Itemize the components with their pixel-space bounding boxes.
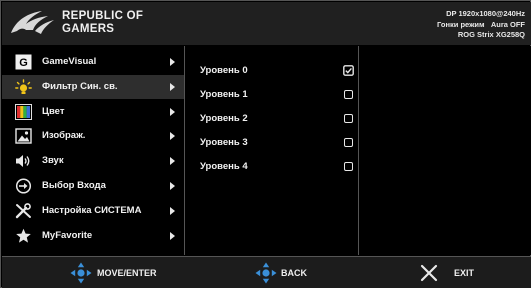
menu-item-label: Настройка СИСТЕМА bbox=[42, 205, 142, 216]
checkbox-unchecked-icon[interactable] bbox=[344, 90, 353, 99]
chevron-right-icon bbox=[170, 58, 175, 66]
system-setup-icon bbox=[15, 203, 31, 219]
option-level-3[interactable]: Уровень 3 bbox=[186, 132, 358, 154]
option-label: Уровень 1 bbox=[200, 89, 248, 100]
chevron-right-icon bbox=[170, 132, 175, 140]
option-level-1[interactable]: Уровень 1 bbox=[186, 84, 358, 106]
blue-light-filter-icon bbox=[15, 79, 32, 94]
menu-item-label: Фильтр Син. св. bbox=[42, 81, 118, 92]
svg-text:G: G bbox=[19, 57, 28, 69]
gamevisual-icon: G bbox=[15, 54, 32, 70]
rog-logo-icon bbox=[11, 11, 54, 34]
chevron-right-icon bbox=[170, 108, 175, 116]
input-resolution-text: DP 1920x1080@240Hz bbox=[446, 9, 525, 18]
checkbox-checked-icon[interactable] bbox=[343, 65, 354, 76]
chevron-right-icon bbox=[170, 232, 175, 240]
brand-name: REPUBLIC OF GAMERS bbox=[62, 10, 143, 36]
menu-item-label: Изображ. bbox=[42, 130, 86, 141]
sound-icon bbox=[16, 155, 30, 167]
chevron-right-icon bbox=[170, 207, 175, 215]
menu-item-color[interactable]: Цвет bbox=[2, 100, 184, 124]
menu-item-image[interactable]: Изображ. bbox=[2, 124, 184, 148]
menu-item-label: GameVisual bbox=[42, 56, 97, 67]
chevron-right-icon bbox=[170, 83, 175, 91]
exit-hint[interactable]: EXIT bbox=[420, 257, 490, 288]
menu-item-input-select[interactable]: Выбор Входа bbox=[2, 174, 184, 198]
menu-item-myfavorite[interactable]: MyFavorite bbox=[2, 224, 184, 248]
mode-aura-text: Гонки режим Aura OFF bbox=[437, 19, 525, 29]
monitor-osd: REPUBLIC OF GAMERS DP 1920x1080@240Hz Го… bbox=[0, 0, 531, 288]
back-label: BACK bbox=[281, 268, 307, 278]
input-select-icon bbox=[15, 178, 32, 194]
status-info: DP 1920x1080@240Hz Гонки режим Aura OFF … bbox=[437, 9, 525, 41]
menu-item-sound[interactable]: Звук bbox=[2, 149, 184, 173]
move-enter-hint[interactable]: MOVE/ENTER bbox=[70, 257, 190, 288]
checkbox-unchecked-icon[interactable] bbox=[344, 138, 353, 147]
detail-panel-empty bbox=[360, 46, 531, 255]
option-level-0[interactable]: Уровень 0 bbox=[186, 60, 358, 82]
submenu-blue-light-filter: Уровень 0 Уровень 1 Уровень 2 Уровень 3 … bbox=[186, 46, 359, 255]
menu-item-gamevisual[interactable]: G GameVisual bbox=[2, 50, 184, 74]
checkbox-unchecked-icon[interactable] bbox=[344, 114, 353, 123]
footer-bar: MOVE/ENTER BACK EXIT bbox=[2, 256, 531, 288]
joystick-back-icon bbox=[255, 262, 277, 284]
menu-item-label: MyFavorite bbox=[42, 230, 93, 241]
color-icon bbox=[15, 104, 32, 120]
brand-line-1: REPUBLIC OF bbox=[62, 10, 144, 22]
menu-item-blue-light-filter[interactable]: Фильтр Син. св. bbox=[2, 75, 184, 99]
option-label: Уровень 3 bbox=[200, 137, 248, 148]
image-icon bbox=[15, 128, 32, 144]
header-bar: REPUBLIC OF GAMERS DP 1920x1080@240Hz Го… bbox=[2, 2, 531, 45]
option-label: Уровень 0 bbox=[200, 65, 248, 76]
option-level-2[interactable]: Уровень 2 bbox=[186, 108, 358, 130]
option-level-4[interactable]: Уровень 4 bbox=[186, 156, 358, 178]
brand-line-2: GAMERS bbox=[62, 23, 115, 35]
close-icon bbox=[420, 264, 438, 282]
exit-label: EXIT bbox=[454, 268, 475, 278]
main-menu: G GameVisual Фильтр Син. св. Цвет Изобра… bbox=[2, 46, 185, 255]
menu-item-label: Цвет bbox=[42, 106, 65, 117]
chevron-right-icon bbox=[170, 182, 175, 190]
model-name-text: ROG Strix XG258Q bbox=[457, 30, 525, 39]
menu-item-label: Звук bbox=[42, 155, 64, 166]
option-label: Уровень 4 bbox=[200, 161, 248, 172]
menu-item-system-setup[interactable]: Настройка СИСТЕМА bbox=[2, 199, 184, 223]
move-enter-label: MOVE/ENTER bbox=[97, 268, 157, 278]
favorite-star-icon bbox=[16, 228, 31, 243]
back-hint[interactable]: BACK bbox=[255, 257, 335, 288]
checkbox-unchecked-icon[interactable] bbox=[344, 162, 353, 171]
chevron-right-icon bbox=[170, 157, 175, 165]
menu-item-label: Выбор Входа bbox=[42, 180, 106, 191]
joystick-move-icon bbox=[70, 262, 92, 284]
option-label: Уровень 2 bbox=[200, 113, 248, 124]
